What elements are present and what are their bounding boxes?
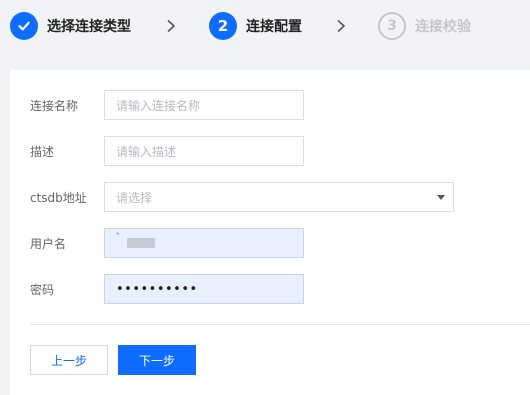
form-row-username: 用户名 ` (10, 228, 530, 258)
chevron-right-icon (337, 19, 346, 33)
password-input[interactable]: •••••••••• (104, 274, 304, 304)
placeholder: 请输入描述 (116, 144, 177, 159)
field-label: 描述 (30, 144, 55, 159)
step-label: 选择连接类型 (47, 19, 131, 35)
password-value: •••••••••• (116, 281, 198, 297)
field-label: 用户名 (30, 236, 67, 251)
connection-name-input[interactable]: 请输入连接名称 (104, 90, 304, 120)
username-input[interactable]: ` (104, 228, 304, 258)
check-icon (10, 12, 38, 40)
form-row-address: ctsdb地址 请选择 (10, 182, 530, 212)
step-number: 2 (209, 12, 237, 40)
username-value: ` (116, 233, 121, 243)
step-verify: 3 连接校验 (378, 12, 471, 40)
step-number: 3 (378, 12, 406, 40)
next-step-button[interactable]: 下一步 (118, 345, 196, 375)
placeholder: 请输入连接名称 (116, 98, 201, 113)
step-config: 2 连接配置 (209, 12, 302, 40)
divider (30, 324, 530, 325)
field-label: 密码 (30, 282, 55, 297)
ctsdb-address-select[interactable]: 请选择 (104, 182, 454, 212)
chevron-right-icon (167, 19, 176, 33)
step-label: 连接校验 (415, 19, 471, 35)
step-indicator: 选择连接类型 2 连接配置 3 连接校验 (0, 0, 530, 52)
previous-step-button[interactable]: 上一步 (30, 345, 108, 375)
form-row-name: 连接名称 请输入连接名称 (10, 90, 530, 120)
field-label: ctsdb地址 (30, 190, 87, 205)
caret-down-icon (437, 195, 445, 200)
description-input[interactable]: 请输入描述 (104, 136, 304, 166)
placeholder: 请选择 (116, 190, 153, 205)
step-label: 连接配置 (246, 19, 302, 35)
form-row-password: 密码 •••••••••• (10, 274, 530, 304)
step-select-type: 选择连接类型 (10, 12, 131, 40)
redacted-block (126, 238, 155, 248)
field-label: 连接名称 (30, 98, 79, 113)
connection-form: 连接名称 请输入连接名称 描述 请输入描述 ctsdb地址 请选择 用户名 ` … (10, 70, 530, 395)
form-row-desc: 描述 请输入描述 (10, 136, 530, 166)
